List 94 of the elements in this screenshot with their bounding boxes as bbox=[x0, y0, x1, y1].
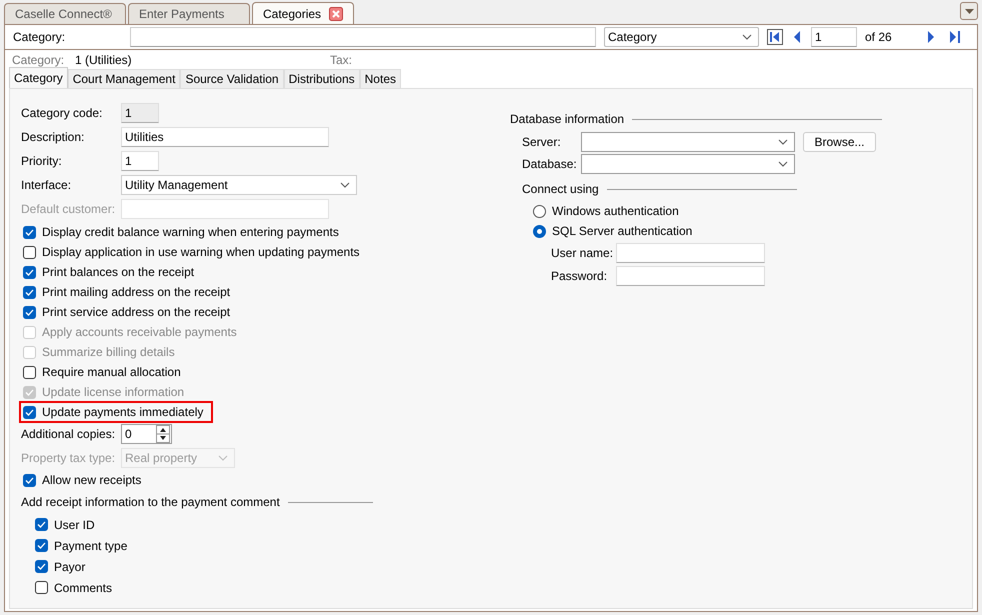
spin-field[interactable]: 0 bbox=[121, 424, 172, 444]
page-count: of 26 bbox=[865, 30, 893, 44]
app-tab[interactable]: Caselle Connect® bbox=[4, 3, 126, 24]
app-tab[interactable]: Enter Payments bbox=[128, 3, 250, 24]
dropdown[interactable] bbox=[581, 154, 795, 174]
check-icon bbox=[25, 388, 34, 396]
info-label: Category: bbox=[12, 52, 66, 66]
checkbox-label: Summarize billing details bbox=[42, 345, 175, 359]
caret-icon bbox=[964, 8, 974, 14]
search-by-dropdown[interactable]: Category bbox=[604, 27, 759, 47]
checkbox[interactable] bbox=[23, 266, 36, 278]
radio-label: SQL Server authentication bbox=[552, 224, 692, 238]
checkbox-label: Require manual allocation bbox=[42, 365, 181, 379]
chevron-icon bbox=[742, 34, 752, 40]
radio-label: Windows authentication bbox=[552, 204, 679, 218]
check-icon bbox=[25, 288, 34, 296]
field-label: Password: bbox=[551, 268, 608, 282]
check-icon bbox=[37, 563, 46, 570]
checkbox-label: Comments bbox=[54, 580, 112, 594]
close-icon[interactable] bbox=[329, 6, 344, 20]
checkbox-label: Payor bbox=[54, 560, 86, 574]
radio-button[interactable] bbox=[533, 224, 546, 238]
checkbox[interactable] bbox=[23, 406, 36, 418]
checkbox-label: Update payments immediately bbox=[42, 405, 204, 419]
field-label: Server: bbox=[522, 135, 562, 149]
dropdown[interactable] bbox=[581, 132, 795, 152]
checkbox-label: Print mailing address on the receipt bbox=[42, 285, 230, 299]
field-label: User name: bbox=[551, 246, 614, 260]
checkbox[interactable] bbox=[23, 246, 36, 258]
checkbox[interactable] bbox=[35, 518, 48, 531]
field-label: Description: bbox=[21, 130, 86, 144]
first-page-icon[interactable] bbox=[767, 29, 783, 45]
check-icon bbox=[25, 476, 34, 484]
checkbox[interactable] bbox=[23, 286, 36, 298]
app-tab[interactable]: Categories bbox=[252, 2, 354, 24]
search-label: Category: bbox=[13, 30, 66, 44]
check-icon bbox=[37, 542, 46, 549]
field-label: Interface: bbox=[21, 178, 72, 192]
group-title: Database information bbox=[510, 112, 624, 126]
field-label: Additional copies: bbox=[21, 427, 116, 441]
checkbox[interactable] bbox=[35, 581, 48, 594]
checkbox[interactable] bbox=[23, 226, 36, 238]
input-field[interactable]: 1 bbox=[121, 151, 159, 171]
code-field[interactable]: 1 bbox=[121, 103, 159, 123]
tax-label: Tax: bbox=[330, 52, 352, 66]
field-label: Priority: bbox=[21, 154, 63, 168]
checkbox-label: Allow new receipts bbox=[42, 473, 142, 487]
page-field[interactable]: 1 bbox=[811, 27, 857, 47]
checkbox[interactable] bbox=[23, 306, 36, 318]
checkbox[interactable] bbox=[23, 474, 36, 486]
group-title: Add receipt information to the payment comment bbox=[21, 495, 280, 509]
dropdown[interactable]: Utility Management bbox=[121, 175, 357, 195]
checkbox-label: Apply accounts receivable payments bbox=[42, 325, 237, 339]
chevron-icon bbox=[778, 139, 788, 145]
field-label: Database: bbox=[522, 157, 578, 171]
check-icon bbox=[25, 308, 34, 316]
input-field[interactable] bbox=[616, 266, 765, 286]
radio-button[interactable] bbox=[533, 204, 546, 218]
info-value: 1 (Utilities) bbox=[75, 52, 133, 66]
field-label: Property tax type: bbox=[21, 451, 116, 465]
search-field[interactable] bbox=[130, 27, 596, 47]
tab[interactable]: Category bbox=[9, 67, 68, 88]
chevron-icon bbox=[778, 161, 788, 167]
input-field[interactable]: Utilities bbox=[121, 127, 329, 147]
check-icon bbox=[25, 228, 34, 236]
checkbox[interactable] bbox=[23, 366, 36, 378]
browse-button[interactable]: Browse... bbox=[803, 132, 876, 152]
tab[interactable]: Court Management bbox=[68, 69, 180, 88]
checkbox-label: Print balances on the receipt bbox=[42, 265, 194, 279]
spin-arrows-icon bbox=[156, 425, 170, 443]
check-icon bbox=[25, 268, 34, 276]
last-page-icon[interactable] bbox=[949, 31, 961, 43]
previous-page-icon[interactable] bbox=[793, 31, 801, 43]
next-page-icon[interactable] bbox=[927, 31, 935, 43]
check-icon bbox=[37, 521, 46, 528]
chevron-icon bbox=[218, 455, 228, 461]
field-label: Category code: bbox=[21, 106, 104, 120]
check-icon bbox=[25, 408, 34, 416]
checkbox[interactable] bbox=[35, 560, 48, 573]
checkbox-label: Payment type bbox=[54, 538, 128, 552]
checkbox[interactable] bbox=[35, 539, 48, 552]
field-label: Default customer: bbox=[21, 202, 116, 216]
input-field[interactable] bbox=[616, 242, 765, 262]
tab[interactable]: Notes bbox=[360, 69, 401, 88]
tab-menu-button[interactable] bbox=[960, 2, 978, 20]
tab[interactable]: Source Validation bbox=[180, 69, 284, 88]
group-title: Connect using bbox=[522, 182, 599, 196]
checkbox-label: Display application in use warning when updating payments bbox=[42, 245, 360, 259]
chevron-icon bbox=[340, 182, 350, 188]
checkbox-label: Print service address on the receipt bbox=[42, 305, 230, 319]
checkbox-label: Update license information bbox=[42, 385, 184, 399]
checkbox-label: User ID bbox=[54, 518, 95, 532]
tab[interactable]: Distributions bbox=[284, 69, 360, 88]
checkbox-label: Display credit balance warning when entering payments bbox=[42, 225, 339, 239]
